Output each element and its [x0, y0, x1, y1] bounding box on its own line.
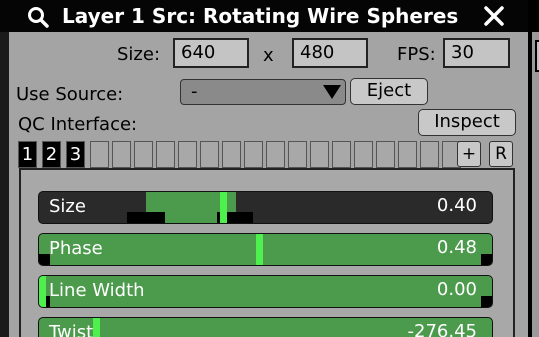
source-select[interactable]: - [180, 79, 346, 105]
tab-empty[interactable] [398, 141, 417, 168]
reset-tab-button[interactable]: R [489, 141, 513, 167]
qc-interface-label: QC Interface: [18, 114, 138, 135]
fps-label: FPS: [397, 44, 436, 65]
tab-empty[interactable] [112, 141, 131, 168]
tab-empty[interactable] [376, 141, 395, 168]
param-value: -276.45 [407, 321, 477, 337]
tab-empty[interactable] [288, 141, 307, 168]
size-x-label: x [263, 45, 274, 66]
param-label: Line Width [49, 280, 145, 301]
search-icon[interactable] [27, 6, 49, 28]
slider-marker[interactable] [93, 318, 100, 337]
chevron-down-icon [323, 85, 341, 99]
size-label: Size: [117, 44, 161, 65]
tab-empty[interactable] [156, 141, 175, 168]
width-field[interactable]: 640 [173, 38, 249, 68]
slider-marker[interactable] [256, 234, 263, 265]
tab-1[interactable]: 1 [18, 141, 37, 168]
tab-empty[interactable] [332, 141, 351, 168]
param-value: 0.48 [436, 237, 477, 258]
add-tab-button[interactable]: + [457, 141, 481, 167]
window-title: Layer 1 Src: Rotating Wire Spheres [62, 4, 459, 28]
param-label: Size [49, 196, 86, 217]
tab-empty[interactable] [266, 141, 285, 168]
panel-left-edge [0, 32, 9, 337]
tab-empty[interactable] [354, 141, 373, 168]
tab-empty[interactable] [200, 141, 219, 168]
close-icon[interactable] [482, 4, 506, 28]
tab-3[interactable]: 3 [66, 141, 85, 168]
source-select-value: - [191, 81, 198, 102]
title-bar: Layer 1 Src: Rotating Wire Spheres [0, 0, 528, 32]
slider-marker[interactable] [220, 192, 227, 223]
param-slider-size[interactable]: Size 0.40 [38, 191, 493, 224]
param-slider-phase[interactable]: Phase 0.48 [38, 233, 493, 266]
adjacent-panel [530, 32, 539, 337]
param-slider-twist[interactable]: Twist -276.45 [38, 317, 493, 337]
eject-button[interactable]: Eject [350, 78, 428, 105]
tab-empty[interactable] [222, 141, 241, 168]
tab-2[interactable]: 2 [42, 141, 61, 168]
tab-empty[interactable] [90, 141, 109, 168]
adjacent-panel-field [535, 40, 539, 72]
param-slider-line-width[interactable]: Line Width 0.00 [38, 275, 493, 308]
height-field[interactable]: 480 [292, 38, 368, 68]
slider-max-handle [481, 296, 492, 307]
param-label: Phase [49, 238, 103, 259]
tab-empty[interactable] [420, 141, 439, 168]
fps-field[interactable]: 30 [443, 38, 510, 68]
inspect-button[interactable]: Inspect [418, 109, 516, 136]
slider-max-handle [481, 254, 492, 265]
slider-marker[interactable] [39, 276, 46, 307]
slider-range-start-handle[interactable] [127, 212, 165, 223]
tab-empty[interactable] [134, 141, 153, 168]
param-value: 0.00 [436, 279, 477, 300]
param-label: Twist [49, 322, 94, 337]
tab-empty[interactable] [310, 141, 329, 168]
tab-empty[interactable] [244, 141, 263, 168]
param-value: 0.40 [436, 195, 477, 216]
use-source-label: Use Source: [16, 84, 124, 105]
tab-empty[interactable] [178, 141, 197, 168]
